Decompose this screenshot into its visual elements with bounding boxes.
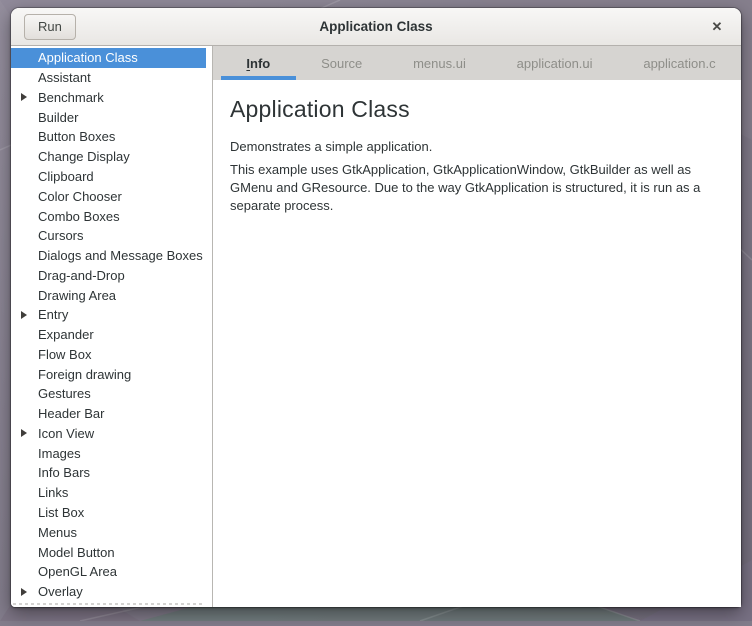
sidebar-item-opengl-area[interactable]: OpenGL Area [11,562,206,582]
sidebar-item-button-boxes[interactable]: Button Boxes [11,127,206,147]
sidebar-item-entry[interactable]: Entry [11,305,206,325]
run-button[interactable]: Run [24,14,76,40]
sidebar-item-label: Benchmark [38,90,104,105]
sidebar-item-label: Model Button [38,545,115,560]
sidebar-item-label: Cursors [38,228,84,243]
expander-arrow-icon[interactable] [21,429,27,437]
sidebar-item-benchmark[interactable]: Benchmark [11,88,206,108]
sidebar-item-label: Foreign drawing [38,367,131,382]
sidebar-item-expander[interactable]: Expander [11,325,206,345]
close-button[interactable]: ✕ [706,16,728,38]
main-pane: Info Source menus.ui application.ui applicat… [213,46,741,607]
sidebar-item-header-bar[interactable]: Header Bar [11,404,206,424]
description-paragraph: Demonstrates a simple application. [230,138,716,156]
sidebar-item-model-button[interactable]: Model Button [11,542,206,562]
tab-source[interactable]: Source [296,46,388,80]
window-title: Application Class [91,19,661,34]
sidebar-item-gestures[interactable]: Gestures [11,384,206,404]
sidebar-item-label: Assistant [38,70,91,85]
titlebar[interactable]: Application Class Run ✕ [11,8,741,46]
sidebar-item-change-display[interactable]: Change Display [11,147,206,167]
sidebar-item-label: Color Chooser [38,189,122,204]
sidebar-item-label: Links [38,485,68,500]
sidebar-item-label: Menus [38,525,77,540]
sidebar-item-label: Entry [38,307,68,322]
sidebar-item-label: Change Display [38,149,130,164]
tab-application-c[interactable]: application.c [618,46,741,80]
expander-arrow-icon[interactable] [21,93,27,101]
sidebar-item-label: Overlay [38,584,83,599]
expander-arrow-icon[interactable] [21,588,27,596]
sidebar-item-drag-and-drop[interactable]: Drag-and-Drop [11,265,206,285]
close-icon: ✕ [712,19,723,35]
sidebar-item-label: Clipboard [38,169,94,184]
tab-info[interactable]: Info [221,46,296,80]
sidebar-item-clipboard[interactable]: Clipboard [11,167,206,187]
tab-label: menus.ui [413,56,466,71]
sidebar-item-cursors[interactable]: Cursors [11,226,206,246]
sidebar-item-label: OpenGL Area [38,564,117,579]
sidebar-item-icon-view[interactable]: Icon View [11,424,206,444]
sidebar-item-builder[interactable]: Builder [11,107,206,127]
tab-menus-ui[interactable]: menus.ui [388,46,492,80]
sidebar-item-label: Info Bars [38,465,90,480]
sidebar-item-images[interactable]: Images [11,443,206,463]
page-title: Application Class [230,96,724,123]
sidebar-item-dialogs-and-message-boxes[interactable]: Dialogs and Message Boxes [11,246,206,266]
sidebar-item-label: Application Class [38,50,138,65]
sidebar-item-label: Flow Box [38,347,91,362]
sidebar-item-info-bars[interactable]: Info Bars [11,463,206,483]
tab-label: application.ui [517,56,593,71]
sidebar-item-label: Drag-and-Drop [38,268,125,283]
sidebar-item-flow-box[interactable]: Flow Box [11,344,206,364]
description: Demonstrates a simple application. This … [230,138,724,215]
tab-bar: Info Source menus.ui application.ui applicat… [213,46,741,80]
sidebar-overflow-indicator [13,603,205,605]
sidebar-item-label: List Box [38,505,84,520]
sidebar-item-label: Icon View [38,426,94,441]
sidebar-item-color-chooser[interactable]: Color Chooser [11,186,206,206]
sidebar-item-label: Expander [38,327,94,342]
sidebar-item-menus[interactable]: Menus [11,522,206,542]
sidebar-item-combo-boxes[interactable]: Combo Boxes [11,206,206,226]
tab-label: Info [246,56,270,71]
expander-arrow-icon[interactable] [21,311,27,319]
sidebar-list: Application Class Assistant Benchmark Build… [11,46,206,601]
sidebar-item-links[interactable]: Links [11,483,206,503]
tab-label: application.c [643,56,715,71]
sidebar-item-label: Gestures [38,386,91,401]
sidebar-item-list-box[interactable]: List Box [11,503,206,523]
sidebar-item-label: Header Bar [38,406,104,421]
sidebar-item-label: Builder [38,110,78,125]
sidebar-item-label: Images [38,446,81,461]
sidebar-item-foreign-drawing[interactable]: Foreign drawing [11,364,206,384]
sidebar-item-overlay[interactable]: Overlay [11,582,206,602]
sidebar-item-application-class[interactable]: Application Class [11,48,206,68]
sidebar-item-label: Drawing Area [38,288,116,303]
sidebar-item-drawing-area[interactable]: Drawing Area [11,285,206,305]
tab-label: Source [321,56,362,71]
sidebar: Application Class Assistant Benchmark Build… [11,46,213,607]
window-body: Application Class Assistant Benchmark Build… [11,46,741,607]
sidebar-item-label: Dialogs and Message Boxes [38,248,203,263]
sidebar-item-label: Combo Boxes [38,209,120,224]
sidebar-item-label: Button Boxes [38,129,115,144]
sidebar-item-assistant[interactable]: Assistant [11,68,206,88]
tab-application-ui[interactable]: application.ui [491,46,618,80]
app-window: Application Class Run ✕ Application Clas… [11,8,741,607]
info-content: Application Class Demonstrates a simple … [213,80,741,607]
description-paragraph: This example uses GtkApplication, GtkApp… [230,161,716,215]
